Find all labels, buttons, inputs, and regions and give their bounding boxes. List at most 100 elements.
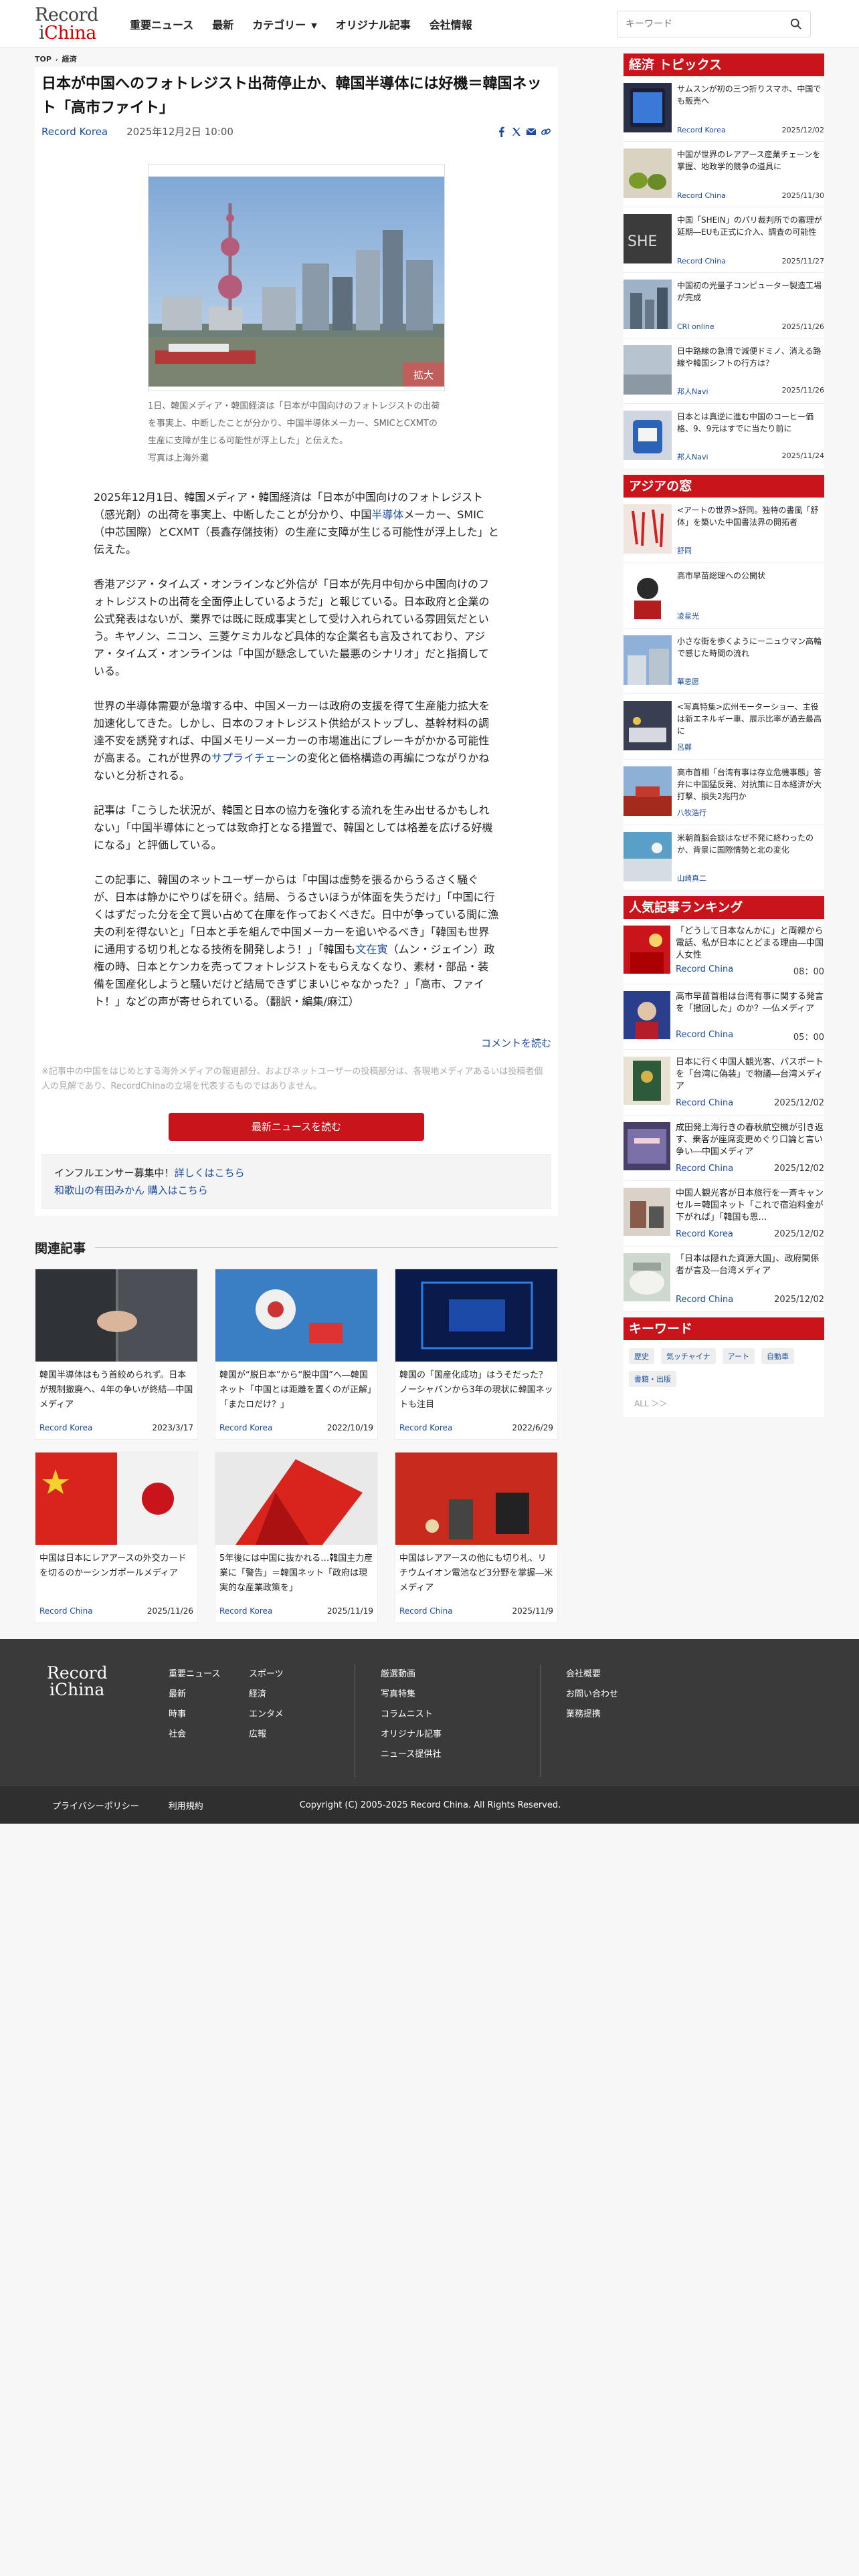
search-box — [617, 11, 811, 37]
list-item[interactable]: <アートの世界>舒同。独特の書風「舒体」を築いた中国書法界の開拓者 舒同 — [624, 498, 824, 563]
ranking-item[interactable]: 中国人観光客が日本旅行を一斉キャンセル＝韓国ネット「これで宿泊料金が下がれば」「… — [624, 1181, 824, 1247]
list-item[interactable]: 小さな街を歩くようにーニュウマン高輪で感じた時間の流れ 華恵愿 — [624, 629, 824, 694]
copyright: Copyright (C) 2005-2025 Record China. Al… — [299, 1800, 561, 1810]
ranking-item[interactable]: 成田発上海行きの春秋航空機が引き返す、乗客が座席変更めぐり口論と言い争い―中国メ… — [624, 1115, 824, 1181]
privacy-policy-link[interactable]: プライバシーポリシー — [52, 1799, 139, 1812]
site-logo[interactable]: Record iChina — [35, 4, 108, 44]
search-input[interactable] — [626, 19, 790, 29]
footer-link[interactable]: スポーツ — [249, 1665, 329, 1685]
keyword-tag[interactable]: 自動車 — [761, 1348, 795, 1364]
article-body: 2025年12月1日、韓国メディア・韓国経済は「日本が中国向けのフォトレジスト（… — [41, 467, 551, 1010]
list-item[interactable]: サムスンが初の三つ折りスマホ、中国でも販売へ Record Korea 2025/1… — [624, 76, 824, 142]
article-title: 日本が中国へのフォトレジスト出荷停止か、韓国半導体には好機＝韓国ネット「高市ファ… — [41, 76, 542, 116]
read-comments-link[interactable]: コメントを読む — [41, 1036, 551, 1050]
keyword-link-semiconductor[interactable]: 半導体 — [371, 508, 403, 521]
nav-latest[interactable]: 最新 — [212, 16, 233, 32]
keyword-list: 歴史 気ッチャイナ アート 自動車 書籍・出版 ALL ＞＞ — [624, 1340, 824, 1417]
search-icon[interactable] — [790, 18, 802, 30]
footer-link[interactable]: オリジナル記事 — [381, 1725, 514, 1745]
footer-link[interactable]: ニュース提供社 — [381, 1745, 514, 1765]
nav-category[interactable]: カテゴリー ▼ — [252, 16, 316, 32]
ranking-item[interactable]: 日本に行く中国人観光客、パスポートを「台湾に偽装」で物議―台湾メディア Recor… — [624, 1050, 824, 1115]
sidebar: 経済 トピックス サムスンが初の三つ折りスマホ、中国でも販売へ Record Ko… — [624, 48, 824, 1623]
footer-link[interactable]: 時事 — [169, 1705, 249, 1725]
footer-link[interactable]: 広報 — [249, 1725, 329, 1745]
asia-window-list: <アートの世界>舒同。独特の書風「舒体」を築いた中国書法界の開拓者 舒同 高市早苗… — [624, 498, 824, 891]
site-footer: Record iChina 重要ニュース 最新 時事 社会 スポーツ 経済 エン… — [0, 1639, 859, 1785]
related-card[interactable]: 韓国半導体はもう首絞められず。日本が規制撤廃へ、4年の争いが終結―中国メディア … — [35, 1269, 198, 1440]
footer-link[interactable]: 最新 — [169, 1685, 249, 1705]
keyword-heading: キーワード — [624, 1317, 824, 1340]
keyword-link-moon-jae-in[interactable]: 文在寅 — [356, 943, 388, 956]
list-item[interactable]: 高市首相「台湾有事は存立危機事態」答弁に中国猛反発、対抗策に日本経済が大打撃、損… — [624, 760, 824, 825]
footer-link[interactable]: 業務提携 — [566, 1705, 673, 1725]
ranking-item[interactable]: 高市早苗首相は台湾有事に関する発言を「撤回した」のか？―仏メディア Record … — [624, 984, 824, 1050]
keyword-tag[interactable]: アート — [722, 1348, 755, 1364]
related-card[interactable]: 韓国が“脱日本”から“脱中国”へ―韓国ネット「中国とは距離を置くのが正解」「また… — [215, 1269, 378, 1440]
promo-box: インフルエンサー募集中！詳しくはこちら 和歌山の有田みかん 購入はこちら — [41, 1154, 551, 1209]
economy-topics-heading: 経済 トピックス — [624, 53, 824, 76]
keyword-tag[interactable]: 気ッチャイナ — [661, 1348, 716, 1364]
nav-original[interactable]: オリジナル記事 — [336, 16, 411, 32]
footer-link[interactable]: 厳選動画 — [381, 1665, 514, 1685]
influencer-details-link[interactable]: 詳しくはこちら — [175, 1167, 245, 1179]
footer-link[interactable]: お問い合わせ — [566, 1685, 673, 1705]
list-item[interactable]: 日中路線の急滑で減便ドミノ、消える路線や韓国シフトの行方は？ 邦人Navi 2025… — [624, 338, 824, 404]
facebook-icon[interactable] — [496, 126, 507, 137]
related-card[interactable]: 韓国の「国産化成功」はうそだった？ノーシャパンから3年の現状に韓国ネットも注目 … — [395, 1269, 558, 1440]
list-item[interactable]: 中国が世界のレアアース産業チェーンを掌握、地政学的競争の道具に Record Ch… — [624, 142, 824, 207]
related-thumb — [215, 1453, 377, 1545]
list-item[interactable]: 高市早苗総理への公開状 凌星光 — [624, 563, 824, 629]
terms-link[interactable]: 利用規約 — [169, 1799, 203, 1812]
footer-link[interactable]: 社会 — [169, 1725, 249, 1745]
nav-important-news[interactable]: 重要ニュース — [130, 16, 193, 32]
list-item[interactable]: 米朝首脳会談はなぜ不発に終わったのか、背景に国際情勢と北の変化 山崎真二 — [624, 825, 824, 891]
paragraph-1: 2025年12月1日、韓国メディア・韓国経済は「日本が中国向けのフォトレジスト（… — [94, 491, 499, 556]
article-source[interactable]: Record Korea — [41, 126, 108, 138]
footer-nav: 重要ニュース 最新 時事 社会 スポーツ 経済 エンタメ 広報 厳選動画 写真特… — [169, 1665, 673, 1777]
paragraph-4: 記事は「こうした状況が、韓国と日本の協力を強化する流れを生み出せるかもしれない」… — [94, 804, 493, 851]
related-card[interactable]: 中国は日本にレアアースの外交カードを切るのかーシンガポールメディア Record… — [35, 1452, 198, 1623]
related-thumb — [35, 1269, 197, 1362]
photo-zoom-button[interactable]: 拡大 — [403, 362, 444, 387]
ranking-item[interactable]: 「どうして日本なんかに」と両親から電話、私が日本にとどまる理由―中国人女性 Rec… — [624, 919, 824, 984]
footer-link[interactable]: 写真特集 — [381, 1685, 514, 1705]
article-photo[interactable]: 拡大 — [149, 177, 444, 387]
footer-logo[interactable]: Record iChina — [35, 1665, 169, 1777]
disclaimer: ※記事中の中国をはじめとする海外メディアの報道部分、およびネットユーザーの投稿部… — [41, 1067, 543, 1091]
keyword-all-link[interactable]: ALL ＞＞ — [629, 1398, 819, 1409]
mikan-purchase-link[interactable]: 和歌山の有田みかん 購入はこちら — [54, 1184, 208, 1196]
link-icon[interactable] — [541, 126, 551, 137]
keyword-tag[interactable]: 書籍・出版 — [629, 1371, 676, 1387]
ranking-item[interactable]: 「日本は隠れた資源大国」、政府関係者が言及―台湾メディア Record China… — [624, 1247, 824, 1312]
article-meta: Record Korea 2025年12月2日 10:00 — [41, 124, 551, 138]
keyword-tag[interactable]: 歴史 — [629, 1348, 654, 1364]
footer-link[interactable]: エンタメ — [249, 1705, 329, 1725]
read-latest-news-button[interactable]: 最新ニュースを読む — [169, 1113, 424, 1141]
related-card[interactable]: 中国はレアアースの他にも切り札、リチウムイオン電池など3分野を掌握―米メディア … — [395, 1452, 558, 1623]
shanghai-skyline-image — [149, 177, 444, 387]
list-item[interactable]: SHE 中国「SHEIN」のパリ裁判所での審理が延期―EUも正式に介入、調査の可… — [624, 207, 824, 273]
list-item[interactable]: 中国初の光量子コンピューター製造工場が完成 CRI online 2025/11/2… — [624, 273, 824, 338]
nav-company[interactable]: 会社情報 — [430, 16, 472, 32]
related-thumb — [395, 1453, 557, 1545]
footer-link[interactable]: 経済 — [249, 1685, 329, 1705]
breadcrumb-top[interactable]: TOP — [35, 55, 52, 64]
related-card[interactable]: 5年後には中国に抜かれる…韓国主力産業に「警告」＝韓国ネット「政府は現実的な産業… — [215, 1452, 378, 1623]
related-articles-grid: 韓国半導体はもう首絞められず。日本が規制撤廃へ、4年の争いが終結―中国メディア … — [35, 1269, 558, 1623]
list-item[interactable]: <写真特集>広州モーターショー、主役は新エネルギー車、展示比率が過去最高に 呂鄭 — [624, 694, 824, 760]
footer-link[interactable]: コラムニスト — [381, 1705, 514, 1725]
chevron-down-icon: ▼ — [311, 21, 317, 30]
list-item[interactable]: 日本とは真逆に進む中国のコーヒー価格、9、9元はすでに当たり前に 邦人Navi 20… — [624, 404, 824, 469]
ranking-heading: 人気記事ランキング — [624, 896, 824, 919]
article: 日本が中国へのフォトレジスト出荷停止か、韓国半導体には好機＝韓国ネット「高市ファ… — [35, 67, 558, 1216]
paragraph-5: この記事に、韓国のネットユーザーからは「中国は虚勢を張るからうるさく騒ぐが、日本… — [94, 873, 499, 1008]
footer-link[interactable]: 会社概要 — [566, 1665, 673, 1685]
keyword-link-supply-chain[interactable]: サプライチェーン — [211, 752, 296, 764]
breadcrumb-economy[interactable]: 経済 — [62, 55, 77, 64]
site-header: Record iChina 重要ニュース 最新 カテゴリー ▼ オリジナル記事 会… — [0, 0, 859, 48]
mail-icon[interactable] — [526, 126, 537, 137]
x-twitter-icon[interactable] — [511, 126, 522, 137]
footer-link[interactable]: 重要ニュース — [169, 1665, 249, 1685]
svg-text:SHE: SHE — [628, 233, 657, 250]
